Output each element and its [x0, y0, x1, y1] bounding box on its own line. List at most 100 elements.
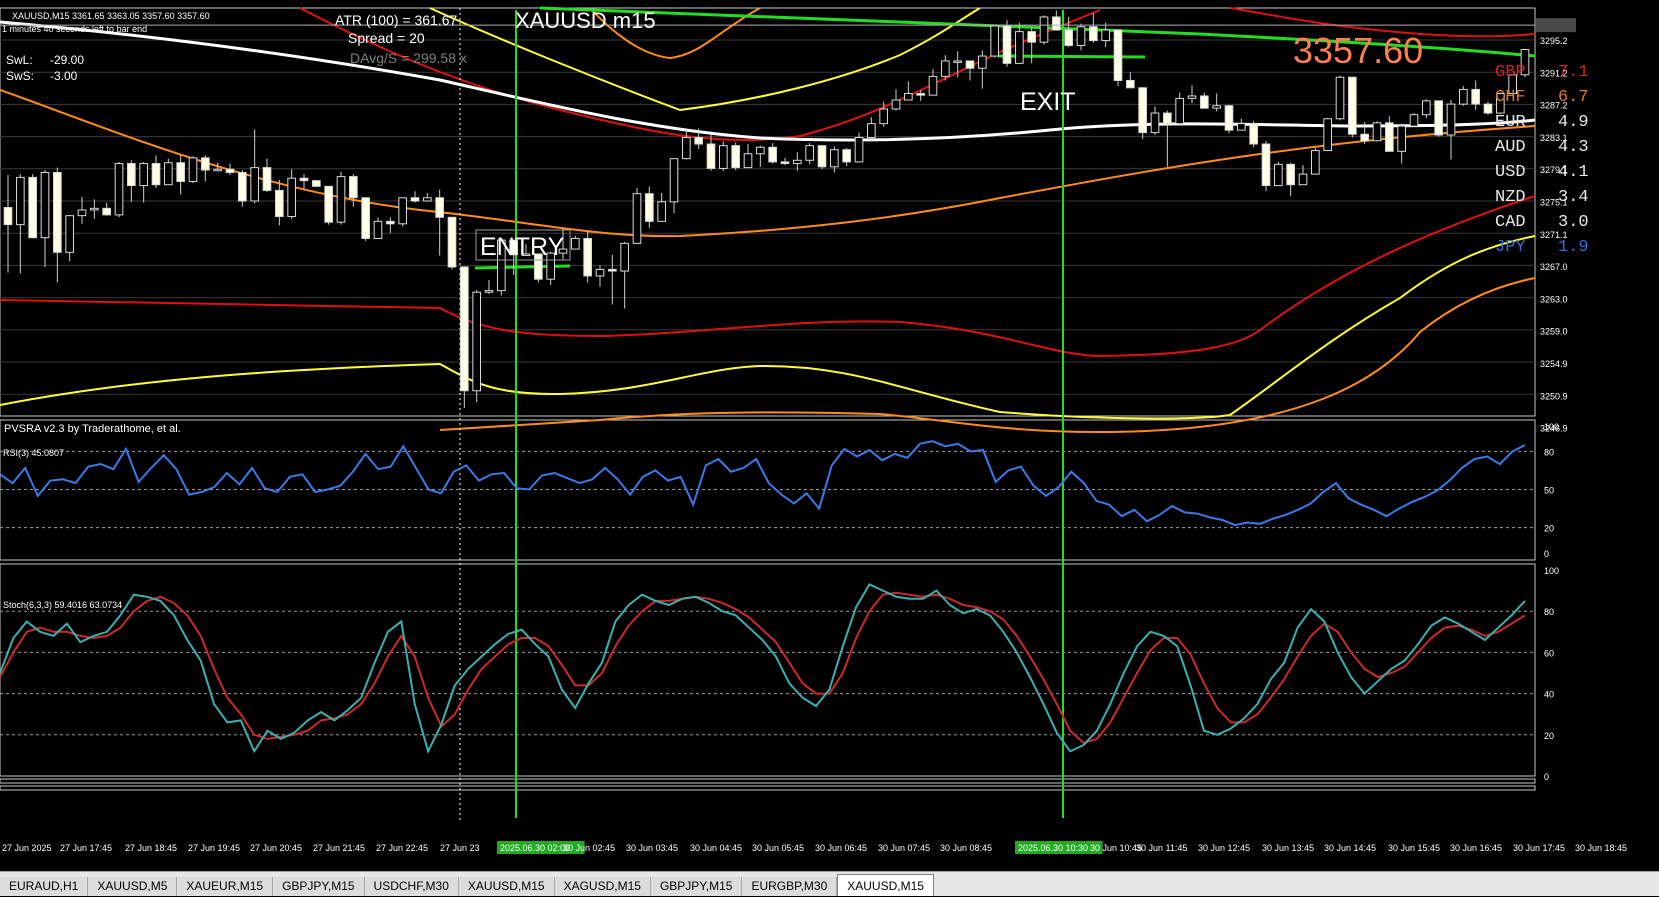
time-axis-tick: 27 Jun 18:45 [125, 843, 177, 853]
candle-body [262, 167, 272, 191]
big-title: XAUUSD m15 [515, 8, 656, 33]
candle-body [978, 55, 987, 69]
candle-body [928, 75, 938, 96]
atr-readout: ATR (100) = 361.67 [335, 12, 458, 28]
spread-readout: Spread = 20 [348, 30, 425, 46]
stoch-label: Stoch(6,3,3) 59.4016 63.0734 [3, 600, 122, 610]
candle-body [583, 237, 592, 277]
candle-body [77, 209, 87, 217]
currency-code: GBP [1495, 63, 1526, 82]
stoch-axis-tick: 80 [1544, 607, 1554, 617]
candle-body [608, 268, 617, 272]
candle-body [349, 176, 358, 199]
symbol-tab-bar: EURAUD,H1 XAUUSD,M5 XAUEUR,M15 GBPJPY,M15 US… [0, 871, 1659, 896]
candle-body [1163, 112, 1172, 125]
candle-body [472, 291, 481, 392]
candle-body [3, 207, 13, 226]
candle-body [571, 237, 580, 250]
sws-value: -3.00 [50, 69, 78, 83]
candle-body [460, 266, 469, 392]
symbol-tab[interactable]: XAGUSD,M15 [554, 877, 651, 896]
time-axis-tick: 27 Jun 22:45 [376, 843, 428, 853]
candle-body [1150, 112, 1160, 134]
time-axis-tick: 2025.06.30 10:30 [1018, 843, 1088, 853]
stoch-axis-tick: 0 [1544, 772, 1549, 782]
symbol-header: XAUUSD,M15 3361.65 3363.05 3357.60 3357.… [12, 11, 210, 21]
candle-body [941, 60, 950, 77]
exit-label: EXIT [1020, 88, 1076, 116]
symbol-tab[interactable]: GBPJPY,M15 [273, 877, 365, 896]
candle-body [1446, 103, 1456, 136]
candle-body [435, 197, 444, 218]
time-axis-tick: 27 Jun 19:45 [188, 843, 240, 853]
time-axis-tick: 27 Jun 23 [440, 843, 480, 853]
symbol-tab[interactable]: USDCHF,M30 [364, 877, 459, 896]
stoch-axis-tick: 60 [1544, 648, 1554, 658]
candle-body [1175, 97, 1184, 125]
time-axis-tick: 27 Jun 2025 [2, 843, 52, 853]
symbol-tab[interactable]: XAUEUR,M15 [177, 877, 274, 896]
candle-body [65, 215, 74, 253]
price-axis-tick: 3291.2 [1540, 68, 1568, 78]
candle-body [1126, 79, 1135, 89]
candle-body [719, 145, 728, 169]
candle-body [1397, 125, 1406, 152]
stoch-axis-tick: 40 [1544, 690, 1554, 700]
candle-body [904, 93, 913, 101]
price-axis-tick: 3275.1 [1540, 198, 1568, 208]
candle-body [1385, 122, 1394, 152]
candle-body [1076, 26, 1086, 46]
candle-body [1360, 133, 1369, 142]
time-axis-tick: 30 Jun 18:45 [1575, 843, 1627, 853]
symbol-tab[interactable]: GBPJPY,M15 [650, 877, 743, 896]
candle-body [484, 290, 494, 293]
symbol-tab[interactable]: XAUUSD,M15 [458, 877, 555, 896]
symbol-tab[interactable]: XAUUSD,M15 [837, 874, 934, 896]
stoch-axis-tick: 100 [1544, 566, 1559, 576]
candle-body [213, 168, 222, 172]
candle-body [916, 93, 925, 96]
currency-code: CAD [1495, 213, 1526, 232]
candle-body [1027, 31, 1036, 43]
time-axis-tick: 30 Jun 04:45 [690, 843, 742, 853]
time-axis-tick: 30 Jun 08:45 [940, 843, 992, 853]
candle-body [768, 146, 777, 163]
candle-body [1113, 29, 1123, 81]
candle-body [410, 197, 420, 202]
price-axis-tick: 3283.1 [1540, 133, 1568, 143]
symbol-tab[interactable]: EURAUD,H1 [0, 877, 89, 896]
time-axis-tick: 27 Jun 20:45 [250, 843, 302, 853]
price-axis-tick: 3259.0 [1540, 327, 1568, 337]
candle-body [250, 167, 259, 202]
bar-timer: 1 minutes 40 seconds left to bar end [2, 24, 147, 34]
candle-body [743, 153, 753, 169]
rsi-axis-tick: 80 [1544, 447, 1554, 457]
symbol-tab[interactable]: XAUUSD,M5 [88, 877, 178, 896]
candle-body [1261, 143, 1271, 187]
candle-body [386, 220, 395, 225]
candle-body [176, 162, 185, 182]
candle-body [1187, 95, 1197, 99]
candle-body [682, 136, 691, 160]
time-axis-tick: 27 Jun 17:45 [60, 843, 112, 853]
candle-body [447, 216, 457, 268]
swl-label: SwL: [6, 53, 33, 67]
candle-body [1459, 88, 1468, 105]
candle-body [16, 176, 25, 226]
candle-body [694, 136, 703, 145]
candle-body [842, 149, 851, 163]
trading-chart[interactable]: XAUUSD,M15 3361.65 3363.05 3357.60 3357.… [0, 0, 1659, 871]
candle-body [595, 268, 605, 277]
candle-body [40, 172, 50, 239]
candle-body [756, 146, 765, 155]
entry-label: ENTRY [480, 233, 565, 261]
candle-body [1286, 163, 1295, 186]
time-axis-tick: 30 Jun 17:45 [1513, 843, 1565, 853]
time-axis-tick: 30 Jun 07:45 [878, 843, 930, 853]
indicator-credit: PVSRA v2.3 by Traderathome, et al. [4, 423, 181, 435]
time-axis-tick: 2025.06.30 02:00 [500, 843, 570, 853]
candle-body [188, 157, 198, 182]
symbol-tab[interactable]: EURGBP,M30 [742, 877, 838, 896]
swl-value: -29.00 [50, 53, 84, 67]
davg-readout: DAvg/S = 299.58 x [350, 50, 467, 66]
